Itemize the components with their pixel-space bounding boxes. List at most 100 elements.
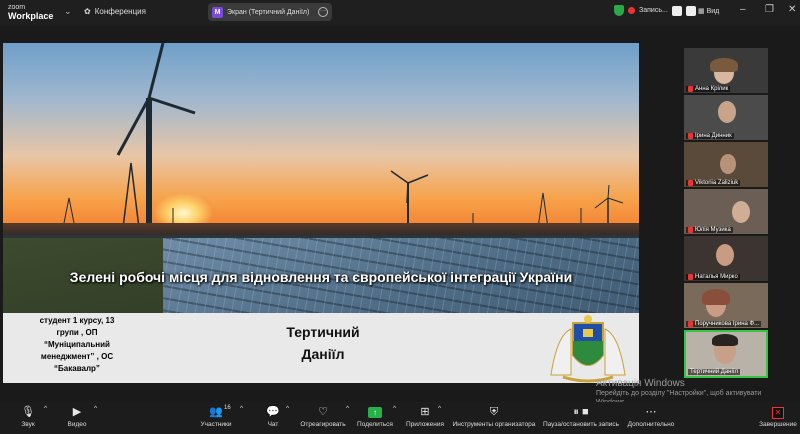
mic-muted-icon (688, 321, 693, 327)
share-label: Поделиться (357, 421, 393, 428)
audio-label: Звук (21, 421, 35, 428)
participants-label: Участники (200, 421, 232, 428)
end-meeting-icon: ✕ (772, 407, 784, 419)
participant-caption: Поручникова Ірина Ф... (686, 321, 762, 327)
chat-label: Чат (267, 421, 279, 428)
more-label: Дополнительно (627, 421, 675, 428)
paw-icon: ✿ (84, 7, 91, 16)
shield-icon (614, 5, 624, 16)
apps-label: Приложения (405, 421, 445, 428)
share-label: Экран (Тертичний Даніїл) (227, 8, 310, 16)
activation-title: Активація Windows (596, 378, 685, 389)
participants-count: 16 (224, 405, 231, 411)
screen-share-indicator[interactable]: M Экран (Тертичний Даніїл) ··· (208, 3, 332, 21)
end-label: Завершение (759, 421, 797, 428)
participant-caption: Наталья Мирко (686, 274, 740, 280)
pause-rec-label: Пауза/остановить запись (542, 421, 620, 428)
stop-recording-icon[interactable] (685, 5, 696, 16)
recording-indicator: Запись... (614, 5, 696, 16)
wind-turbines-image (62, 43, 624, 231)
student-line: “Бакавалр” (54, 364, 100, 373)
mic-muted-icon (688, 227, 693, 233)
participant-name: Ірина Динник (695, 133, 732, 139)
meeting-title: Конференция (94, 7, 146, 16)
meeting-toolbar: 🎙 Звук ^ ▶ Видео ^ 👥 Участники 16 ^ 💬 Ча… (0, 402, 800, 434)
shared-screen[interactable]: Зелені робочі місця для відновлення та є… (3, 43, 639, 383)
participant-name: Анна Крілик (695, 86, 729, 92)
audio-button[interactable]: 🎙 Звук (14, 405, 42, 428)
more-icon: ⋯ (645, 406, 657, 418)
view-button[interactable]: ▦ Вид (698, 7, 719, 15)
student-line: “Муніципальний (44, 340, 110, 349)
participant-caption: Ірина Динник (686, 133, 734, 139)
student-line: групи , ОП (56, 328, 98, 337)
minimize-icon[interactable]: – (740, 4, 746, 15)
participant-caption: Анна Крілик (686, 86, 731, 92)
apps-options-chevron[interactable]: ^ (438, 405, 441, 412)
mic-muted-icon (688, 133, 693, 139)
participant-name: Тертичний Даніїл (690, 369, 738, 375)
chat-icon: 💬 (266, 406, 280, 418)
host-tools-label: Инструменты организатора (452, 421, 536, 428)
share-button[interactable]: ↑ Поделиться (355, 405, 395, 428)
participant-tile[interactable]: Ірина Динник (684, 95, 768, 140)
audio-options-chevron[interactable]: ^ (44, 405, 47, 412)
name-line: Даніїл (301, 346, 345, 362)
participant-tile-active-speaker[interactable]: Тертичний Даніїл (684, 330, 768, 378)
video-button[interactable]: ▶ Видео (62, 405, 92, 428)
activation-text: Перейдіть до розділу "Настройки", щоб ак… (596, 390, 762, 397)
meeting-info[interactable]: ✿ Конференция (84, 7, 146, 16)
pause-stop-recording-button[interactable]: ⏸ ■ Пауза/остановить запись (542, 405, 620, 428)
chat-options-chevron[interactable]: ^ (286, 405, 289, 412)
student-line: студент 1 курсу, 13 (39, 316, 115, 325)
maximize-icon[interactable]: ❐ (765, 4, 774, 15)
share-screen-icon: ↑ (368, 407, 382, 418)
react-label: Отреагировать (300, 421, 346, 428)
host-tools-button[interactable]: ⛨ Инструменты организатора (452, 405, 536, 428)
microphone-icon: 🎙 (21, 406, 35, 418)
more-icon[interactable]: ··· (318, 7, 328, 17)
slide-title: Зелені робочі місця для відновлення та є… (69, 269, 573, 285)
participant-name: Наталья Мирко (695, 274, 738, 280)
participant-caption: Viktoriia Zaliziuk (686, 180, 741, 186)
participants-options-chevron[interactable]: ^ (240, 405, 243, 412)
sharer-avatar: M (212, 6, 223, 18)
video-options-chevron[interactable]: ^ (94, 405, 97, 412)
react-button[interactable]: ♡ Отреагировать (300, 405, 346, 428)
participant-tile[interactable]: Анна Крілик (684, 48, 768, 93)
record-dot-icon (628, 7, 635, 14)
mic-muted-icon (688, 274, 693, 280)
share-options-chevron[interactable]: ^ (393, 405, 396, 412)
pause-recording-icon[interactable] (671, 5, 682, 16)
participant-tile[interactable]: Наталья Мирко (684, 236, 768, 281)
student-info: студент 1 курсу, 13 групи , ОП “Муніципа… (17, 315, 137, 375)
participant-name: Viktoriia Zaliziuk (695, 180, 739, 186)
view-icon: ▦ (698, 8, 705, 15)
mic-muted-icon (688, 180, 693, 186)
presenter-name: Тертичний Даніїл (253, 321, 393, 365)
video-camera-icon: ▶ (72, 406, 82, 418)
close-icon[interactable]: ✕ (788, 4, 796, 15)
shield-icon: ⛨ (489, 406, 499, 418)
participant-tile[interactable]: Юлія Музика (684, 189, 768, 234)
name-line: Тертичний (286, 324, 360, 340)
participant-tile[interactable]: Поручникова Ірина Ф... (684, 283, 768, 328)
react-options-chevron[interactable]: ^ (346, 405, 349, 412)
participant-caption: Тертичний Даніїл (688, 369, 740, 375)
chevron-down-icon[interactable]: ⌄ (64, 6, 72, 17)
heart-icon: ♡ (318, 406, 328, 418)
recording-label: Запись... (639, 7, 668, 14)
participant-caption: Юлія Музика (686, 227, 733, 233)
participant-name: Поручникова Ірина Ф... (695, 321, 760, 327)
chat-button[interactable]: 💬 Чат (262, 405, 284, 428)
end-button[interactable]: ✕ Завершение (758, 405, 798, 428)
zoom-logo: zoom Workplace (8, 3, 53, 21)
participant-tile[interactable]: Viktoriia Zaliziuk (684, 142, 768, 187)
video-label: Видео (67, 421, 87, 428)
mic-muted-icon (688, 86, 693, 92)
brand-bottom: Workplace (8, 11, 54, 21)
participant-name: Юлія Музика (695, 227, 731, 233)
view-label: Вид (706, 8, 720, 15)
coat-of-arms-icon (550, 315, 626, 383)
more-button[interactable]: ⋯ Дополнительно (624, 405, 678, 428)
